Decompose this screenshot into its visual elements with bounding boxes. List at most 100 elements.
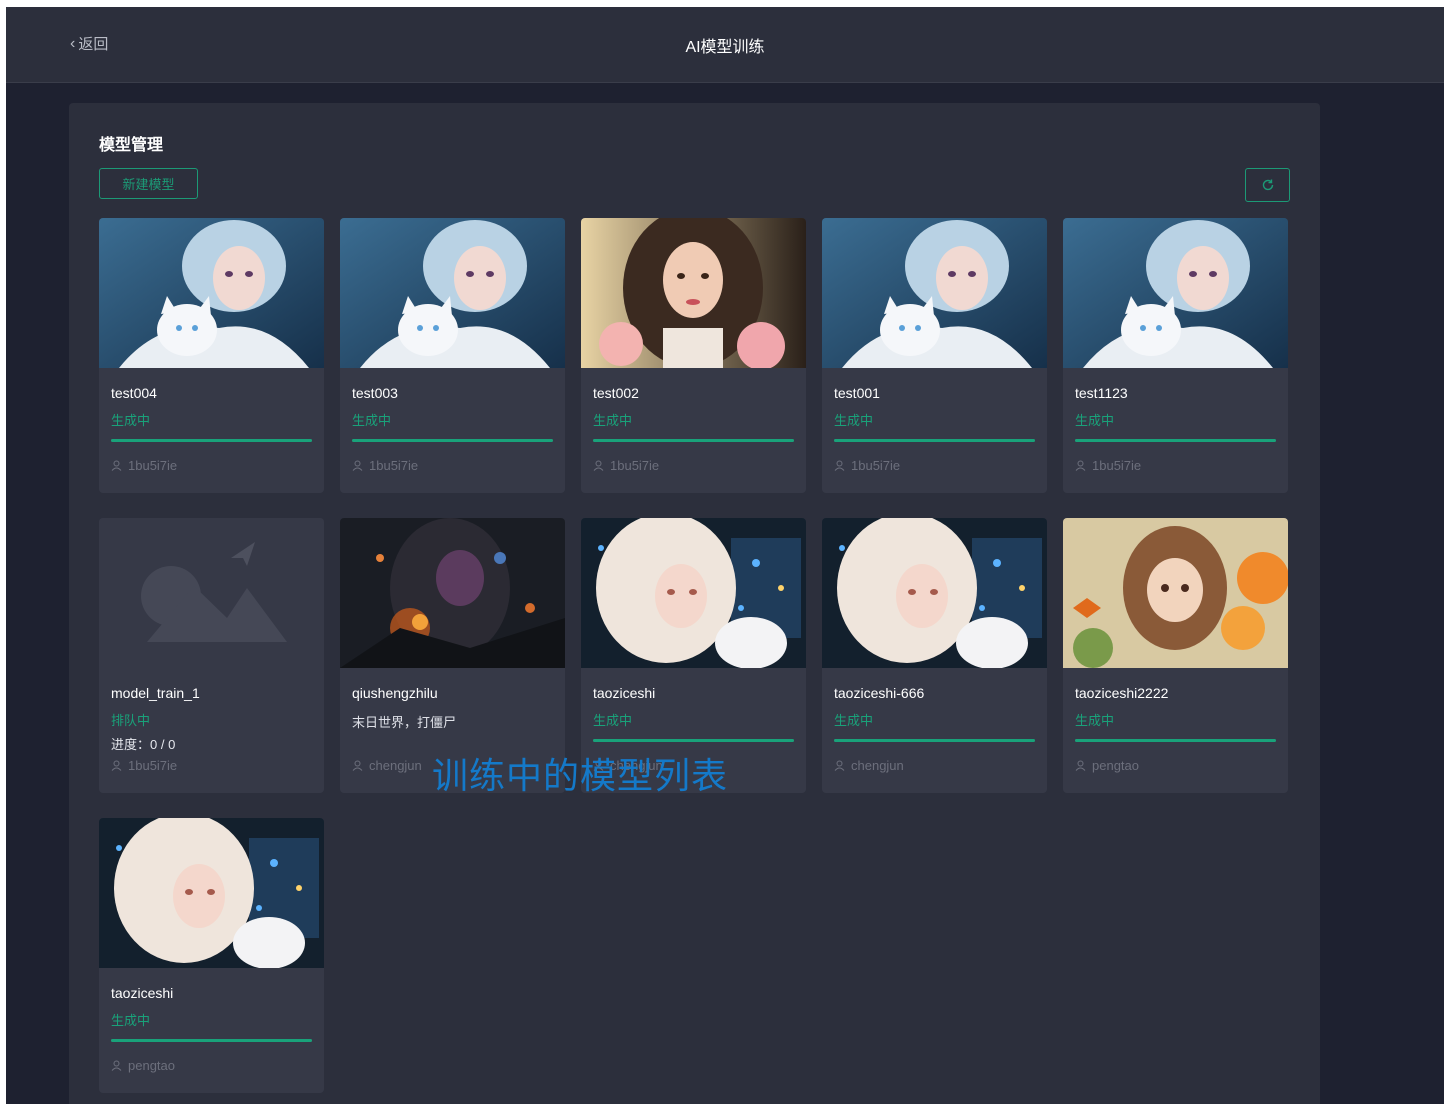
progress-bar <box>834 739 1035 742</box>
model-thumbnail <box>99 218 324 368</box>
model-status: 生成中 <box>111 1013 151 1028</box>
user-icon <box>1075 460 1086 471</box>
model-owner: pengtao <box>111 1058 175 1073</box>
model-thumbnail <box>822 218 1047 368</box>
progress-bar <box>593 439 794 442</box>
progress-bar-fill <box>111 439 312 442</box>
top-bar: ‹ 返回 AI模型训练 <box>6 7 1444 83</box>
model-name: test003 <box>352 385 398 401</box>
progress-bar <box>111 439 312 442</box>
model-card[interactable]: test002 生成中 1bu5i7ie <box>581 218 806 493</box>
page-title: AI模型训练 <box>685 39 765 56</box>
model-owner: pengtao <box>1075 758 1139 773</box>
user-icon <box>111 1060 122 1071</box>
progress-bar-fill <box>834 439 1035 442</box>
model-name: taoziceshi <box>593 685 656 701</box>
owner-name: chengjun <box>369 758 422 773</box>
model-status: 生成中 <box>834 713 874 728</box>
model-name: test004 <box>111 385 157 401</box>
owner-name: 1bu5i7ie <box>369 458 419 473</box>
model-card[interactable]: taoziceshi-666 生成中 chengjun <box>822 518 1047 793</box>
user-icon <box>111 760 122 771</box>
progress-bar-fill <box>593 739 794 742</box>
model-card[interactable]: test001 生成中 1bu5i7ie <box>822 218 1047 493</box>
progress-bar-fill <box>352 439 553 442</box>
section-title: 模型管理 <box>99 137 164 154</box>
model-thumbnail <box>581 218 806 368</box>
owner-name: 1bu5i7ie <box>851 458 901 473</box>
model-name: taoziceshi2222 <box>1075 685 1169 701</box>
model-status: 排队中 <box>111 713 151 728</box>
model-thumbnail <box>340 218 565 368</box>
model-card[interactable]: model_train_1 排队中进度：0 / 0 1bu5i7ie <box>99 518 324 793</box>
progress-bar <box>834 439 1035 442</box>
user-icon <box>352 460 363 471</box>
model-status: 生成中 <box>834 413 874 428</box>
progress-bar <box>352 439 553 442</box>
model-owner: 1bu5i7ie <box>834 458 900 473</box>
model-card[interactable]: test003 生成中 1bu5i7ie <box>340 218 565 493</box>
model-progress-text: 进度：0 / 0 <box>111 737 176 752</box>
progress-bar-fill <box>834 739 1035 742</box>
app-frame: ‹ 返回 AI模型训练 模型管理 新建模型 test004 生成中 1bu5i7… <box>6 7 1444 1104</box>
progress-bar-fill <box>593 439 794 442</box>
owner-name: chengjun <box>851 758 904 773</box>
model-name: taoziceshi-666 <box>834 685 925 701</box>
progress-bar <box>1075 739 1276 742</box>
refresh-button[interactable] <box>1245 168 1290 202</box>
model-name: test001 <box>834 385 880 401</box>
model-status: 生成中 <box>593 713 633 728</box>
model-thumbnail <box>340 518 565 668</box>
owner-name: 1bu5i7ie <box>128 458 178 473</box>
model-thumbnail <box>1063 218 1288 368</box>
model-thumbnail <box>822 518 1047 668</box>
progress-bar-fill <box>1075 439 1276 442</box>
model-card[interactable]: taoziceshi 生成中 pengtao <box>99 818 324 1093</box>
model-card[interactable]: test1123 生成中 1bu5i7ie <box>1063 218 1288 493</box>
model-status: 生成中 <box>111 413 151 428</box>
progress-bar-fill <box>111 1039 312 1042</box>
model-status: 生成中 <box>352 413 392 428</box>
model-name: test002 <box>593 385 639 401</box>
model-owner: 1bu5i7ie <box>111 758 177 773</box>
overlay-caption: 训练中的模型列表 <box>432 755 729 796</box>
model-description: 末日世界，打僵尸 <box>352 715 457 730</box>
model-status: 生成中 <box>593 413 633 428</box>
model-thumbnail <box>99 518 324 668</box>
model-card[interactable]: test004 生成中 1bu5i7ie <box>99 218 324 493</box>
model-thumbnail <box>99 818 324 968</box>
owner-name: pengtao <box>1092 758 1139 773</box>
user-icon <box>111 460 122 471</box>
refresh-icon <box>1262 179 1273 191</box>
user-icon <box>1075 760 1086 771</box>
model-thumbnail <box>581 518 806 668</box>
user-icon <box>593 460 604 471</box>
model-owner: 1bu5i7ie <box>352 458 418 473</box>
owner-name: 1bu5i7ie <box>610 458 660 473</box>
model-name: model_train_1 <box>111 685 200 701</box>
progress-bar <box>1075 439 1276 442</box>
model-thumbnail <box>1063 518 1288 668</box>
progress-bar <box>111 1039 312 1042</box>
user-icon <box>352 760 363 771</box>
model-status: 生成中 <box>1075 413 1115 428</box>
progress-bar <box>593 739 794 742</box>
progress-bar-fill <box>1075 739 1276 742</box>
model-name: test1123 <box>1075 385 1128 401</box>
model-owner: 1bu5i7ie <box>1075 458 1141 473</box>
owner-name: 1bu5i7ie <box>128 758 178 773</box>
model-owner: chengjun <box>352 758 422 773</box>
new-model-button[interactable]: 新建模型 <box>99 168 198 199</box>
owner-name: pengtao <box>128 1058 175 1073</box>
model-owner: 1bu5i7ie <box>593 458 659 473</box>
model-card[interactable]: taoziceshi2222 生成中 pengtao <box>1063 518 1288 793</box>
user-icon <box>834 460 845 471</box>
owner-name: 1bu5i7ie <box>1092 458 1142 473</box>
model-management-panel: 模型管理 新建模型 test004 生成中 1bu5i7ie test003 生… <box>69 103 1320 1104</box>
model-name: qiushengzhilu <box>352 685 438 701</box>
user-icon <box>834 760 845 771</box>
model-status: 生成中 <box>1075 713 1115 728</box>
model-owner: chengjun <box>834 758 904 773</box>
model-name: taoziceshi <box>111 985 174 1001</box>
model-owner: 1bu5i7ie <box>111 458 177 473</box>
